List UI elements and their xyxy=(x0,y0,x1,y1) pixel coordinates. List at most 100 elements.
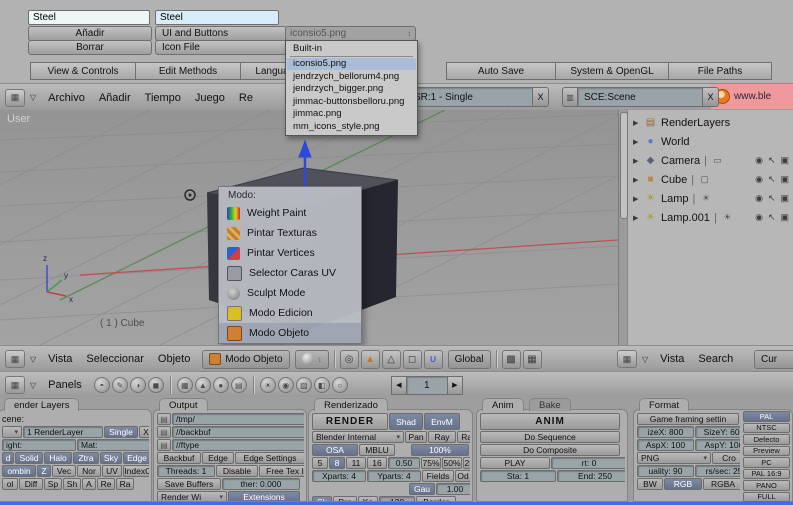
128-field[interactable]: 128 xyxy=(379,496,415,501)
extensions-button[interactable]: Extensions xyxy=(228,491,300,501)
cursor-icon[interactable]: ↖ xyxy=(768,174,776,185)
a-button[interactable]: A xyxy=(82,478,96,490)
shad-button[interactable]: Shad xyxy=(389,413,423,430)
backbuf-field[interactable]: //backbuf xyxy=(172,426,304,438)
ra-button[interactable]: Ra xyxy=(116,478,134,490)
save-buffers-button[interactable]: Save Buffers xyxy=(157,478,221,490)
sky-button[interactable]: Sky xyxy=(100,452,122,464)
aspx-100-field[interactable]: AspX: 100 xyxy=(637,439,694,451)
eye-icon[interactable]: ◉ xyxy=(755,212,763,223)
eye-icon[interactable]: ◉ xyxy=(755,193,763,204)
expand-arrow-icon[interactable]: ▶ xyxy=(633,214,640,222)
scene-name-field[interactable]: SCE:Scene xyxy=(577,87,703,107)
threads-1-field[interactable]: Threads: 1 xyxy=(157,465,215,477)
edge-button[interactable]: Edge xyxy=(123,452,149,464)
chevron-down-icon[interactable]: ▽ xyxy=(30,355,36,364)
outliner-scrollbar[interactable] xyxy=(619,110,628,345)
viewport-shading-dropdown[interactable]: ↕ xyxy=(294,349,329,369)
view3d-menu-objeto[interactable]: Objeto xyxy=(151,353,197,365)
screen-name-field[interactable]: SR:1 - Single xyxy=(407,87,533,107)
anim-panel-tab[interactable]: Anim xyxy=(482,398,524,411)
100-button[interactable]: 100% xyxy=(411,444,469,456)
menubar-menu-a-adir[interactable]: Añadir xyxy=(92,92,138,104)
8-button[interactable]: 8 xyxy=(329,457,345,469)
indexo-button[interactable]: IndexO xyxy=(123,465,149,477)
x-button[interactable]: X xyxy=(139,426,149,438)
0-50-field[interactable]: 0.50 xyxy=(388,457,420,469)
ther-0-000-field[interactable]: ther: 0.000 xyxy=(222,478,300,490)
75-button[interactable]: 75% xyxy=(421,457,441,469)
50-button[interactable]: 50% xyxy=(442,457,462,469)
do-composite-button[interactable]: Do Composite xyxy=(480,444,620,456)
16-button[interactable]: 16 xyxy=(367,457,387,469)
edge-settings-button[interactable]: Edge Settings xyxy=(235,452,304,464)
rad-button[interactable]: Rad xyxy=(457,431,470,443)
play-button[interactable]: PLAY xyxy=(480,457,550,469)
output-panel-tab[interactable]: Output xyxy=(159,398,208,411)
frame-prev-button[interactable]: ◀ xyxy=(390,375,407,395)
ke-button[interactable]: Ke xyxy=(358,496,378,501)
scene-close-button[interactable]: X xyxy=(703,87,719,107)
pc-button[interactable]: PC xyxy=(743,457,790,468)
mode-menu-item-modo-edicion[interactable]: Modo Edicion xyxy=(219,303,361,323)
lamp-data-icon[interactable]: ☀ xyxy=(721,212,734,223)
theme-copy-input[interactable] xyxy=(155,10,279,25)
render-wi-dropdown[interactable]: Render Wi ▾ xyxy=(157,491,227,501)
gau-button[interactable]: Gau xyxy=(409,483,435,495)
image-icon[interactable]: ▤ xyxy=(230,377,247,393)
lamp-icon[interactable]: ☀ xyxy=(259,377,276,393)
mesh-data-icon[interactable]: ▢ xyxy=(698,174,711,185)
eye-icon[interactable]: ◉ xyxy=(755,155,763,166)
ol-button[interactable]: ol xyxy=(2,478,18,490)
prefs-tab-edit-methods[interactable]: Edit Methods xyxy=(135,62,241,80)
re-button[interactable]: Re xyxy=(97,478,115,490)
menu-option-iconsio5-png[interactable]: iconsio5.png xyxy=(287,57,416,70)
5-button[interactable]: 5 xyxy=(312,457,328,469)
expand-arrow-icon[interactable]: ▶ xyxy=(633,195,640,203)
od-button[interactable]: Od xyxy=(455,470,470,482)
format-panel-tab[interactable]: Format xyxy=(639,398,690,411)
osa-button[interactable]: OSA xyxy=(312,444,358,456)
screen-close-button[interactable]: X xyxy=(533,87,549,107)
defecto-button[interactable]: Defecto xyxy=(743,434,790,445)
render-icon[interactable]: ▣ xyxy=(780,174,789,185)
izex-800-field[interactable]: izeX: 800 xyxy=(637,426,694,438)
lamp-data-icon[interactable]: ☀ xyxy=(699,193,712,204)
prefs-tab-auto-save[interactable]: Auto Save xyxy=(446,62,556,80)
transform-orientation-dropdown[interactable]: Global xyxy=(447,349,491,369)
eye-icon[interactable]: ◉ xyxy=(755,174,763,185)
game-framing-settin-button[interactable]: Game framing settin xyxy=(637,413,739,425)
texture-icon[interactable]: ▨ xyxy=(295,377,312,393)
disable-button[interactable]: Disable xyxy=(216,465,258,477)
ombin-button[interactable]: ombin xyxy=(2,465,36,477)
solid-button[interactable]: Solid xyxy=(15,452,43,464)
outliner-row-camera[interactable]: ▶ ◆ Camera | ▭ ◉ ↖ ▣ xyxy=(630,151,793,170)
outliner-row-cube[interactable]: ▶ ■ Cube | ▢ ◉ ↖ ▣ xyxy=(630,170,793,189)
radiosity-icon[interactable]: ◧ xyxy=(313,377,330,393)
scene-browse-icon[interactable]: ▥ xyxy=(562,87,577,107)
25-button[interactable]: 25% xyxy=(463,457,470,469)
cro-button[interactable]: Cro xyxy=(712,452,740,464)
blender-url-badge[interactable]: www.ble xyxy=(711,84,793,109)
halo-button[interactable]: Halo xyxy=(44,452,72,464)
mode-menu-item-pintar-texturas[interactable]: Pintar Texturas xyxy=(219,223,361,243)
mode-menu-item-weight-paint[interactable]: Weight Paint xyxy=(219,203,361,223)
outliner-row-world[interactable]: ▶ ● World xyxy=(630,132,793,151)
shading-icon[interactable]: ◑ xyxy=(129,377,146,393)
menu-option-jendrzych-bellorum4-png[interactable]: jendrzych_bellorum4.png xyxy=(287,70,416,83)
render-icon[interactable]: ▣ xyxy=(780,193,789,204)
png-dropdown[interactable]: PNG ▾ xyxy=(637,452,711,464)
outliner-menu-vista[interactable]: Vista xyxy=(653,353,691,365)
manipulator-scale-icon[interactable]: ◻ xyxy=(402,349,422,369)
sh-button[interactable]: Sh xyxy=(63,478,81,490)
outliner-row-lamp-001[interactable]: ▶ ☀ Lamp.001 | ☀ ◉ ↖ ▣ xyxy=(630,208,793,227)
pal-16-9-button[interactable]: PAL 16:9 xyxy=(743,468,790,479)
end-250-field[interactable]: End: 250 xyxy=(557,470,625,482)
envm-button[interactable]: EnvM xyxy=(424,413,460,430)
layers-icon[interactable]: ▦ xyxy=(522,349,542,369)
view3d-menu-seleccionar[interactable]: Seleccionar xyxy=(79,353,150,365)
item-dropdown[interactable]: ▾ xyxy=(2,426,22,438)
chevron-down-icon[interactable]: ▽ xyxy=(30,381,36,390)
3d-viewport[interactable]: z y x User ( 1 ) Cube Modo: Weight Paint… xyxy=(0,110,618,345)
chevron-down-icon[interactable]: ▽ xyxy=(642,355,648,364)
